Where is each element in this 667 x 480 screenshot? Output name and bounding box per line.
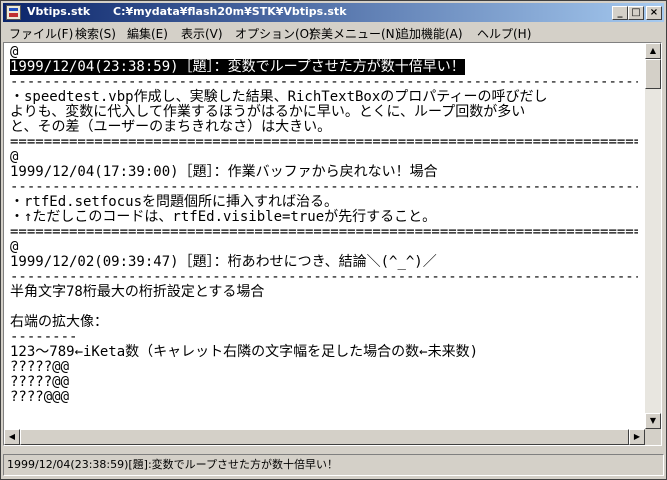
text-line: 1999/12/04(17:39:00)［題］：作業バッファから戻れない！場合: [10, 164, 438, 180]
separator-line: ----------------------------------------…: [10, 74, 638, 90]
text-content[interactable]: @ 1999/12/04(23:38:59)［題］：変数でループさせた方が数十倍…: [10, 45, 638, 431]
scroll-up-button[interactable]: ▲: [645, 43, 661, 59]
text-line: 1999/12/02(09:39:47)［題］：桁あわせにつき、結論＼(^_^)…: [10, 254, 437, 270]
text-line: @: [10, 239, 19, 255]
text-line: @: [10, 149, 19, 165]
minimize-button[interactable]: _: [612, 6, 628, 20]
title-bar[interactable]: Vbtips.stk C:¥mydata¥flash20m¥STK¥Vbtips…: [3, 3, 664, 22]
vertical-scroll-thumb[interactable]: [645, 59, 661, 89]
menu-options[interactable]: オプション(O): [235, 25, 314, 42]
text-line: ?????@@: [10, 359, 70, 375]
scrollbar-corner: [645, 429, 661, 445]
separator-line: ----------------------------------------…: [10, 179, 638, 195]
menu-nami[interactable]: 奈美メニュー(N): [309, 25, 399, 42]
app-icon-stripe-bottom: [9, 13, 18, 17]
text-line: ・rtfEd.setfocusを問題個所に挿入すれば治る。: [10, 194, 339, 210]
text-line: --------: [10, 329, 78, 345]
separator-line: ========================================…: [10, 134, 638, 150]
menu-search[interactable]: 検索(S): [75, 25, 116, 42]
text-line: 右端の拡大像：: [10, 314, 108, 330]
text-line: [10, 300, 638, 315]
menu-view[interactable]: 表示(V): [181, 25, 223, 42]
selected-line: 1999/12/04(23:38:59)［題］：変数でループさせた方が数十倍早い…: [10, 59, 465, 75]
app-icon[interactable]: [6, 5, 21, 20]
maximize-button[interactable]: □: [628, 6, 644, 20]
text-line: ・speedtest.vbp作成し、実験した結果、RichTextBoxのプロパ…: [10, 89, 548, 105]
scroll-right-button[interactable]: ▶: [629, 429, 645, 445]
window-title: Vbtips.stk: [27, 5, 91, 18]
app-icon-stripe-top: [9, 8, 18, 11]
horizontal-scrollbar[interactable]: ◀ ▶: [4, 429, 645, 445]
close-button[interactable]: ×: [646, 6, 662, 20]
text-line: ・↑ただしこのコードは、rtfEd.visible=trueが先行すること。: [10, 209, 437, 225]
app-window: Vbtips.stk C:¥mydata¥flash20m¥STK¥Vbtips…: [0, 0, 667, 480]
scroll-left-button[interactable]: ◀: [4, 429, 20, 445]
text-editor[interactable]: @ 1999/12/04(23:38:59)［題］：変数でループさせた方が数十倍…: [3, 42, 662, 446]
text-line: ????@@@: [10, 389, 70, 405]
text-line: 123〜789←iKeta数（キャレット右隣の文字幅を足した場合の数←未来数): [10, 344, 479, 360]
window-path: C:¥mydata¥flash20m¥STK¥Vbtips.stk: [113, 5, 347, 18]
horizontal-scroll-thumb[interactable]: [20, 429, 629, 445]
text-line: ?????@@: [10, 374, 70, 390]
text-line: と、その差（ユーザーのまちきれなさ）は大きい。: [10, 119, 332, 135]
menu-edit[interactable]: 編集(E): [127, 25, 168, 42]
separator-line: ----------------------------------------…: [10, 269, 638, 285]
menu-help[interactable]: ヘルプ(H): [477, 25, 531, 42]
text-line: @: [10, 45, 19, 60]
scroll-down-button[interactable]: ▼: [645, 413, 661, 429]
text-line: よりも、変数に代入して作業するほうがはるかに早い。とくに、ループ回数が多い: [10, 104, 526, 120]
menu-file[interactable]: ファイル(F): [9, 25, 73, 42]
vertical-scrollbar[interactable]: ▲ ▼: [645, 43, 661, 429]
text-line: 半角文字78桁最大の桁折設定とする場合: [10, 284, 265, 300]
menu-bar: ファイル(F) 検索(S) 編集(E) 表示(V) オプション(O) 奈美メニュ…: [3, 22, 664, 41]
menu-extras[interactable]: 追加機能(A): [397, 25, 463, 42]
status-bar: 1999/12/04(23:38:59)[題]:変数でループさせた方が数十倍早い…: [3, 454, 664, 476]
separator-line: ========================================…: [10, 224, 638, 240]
